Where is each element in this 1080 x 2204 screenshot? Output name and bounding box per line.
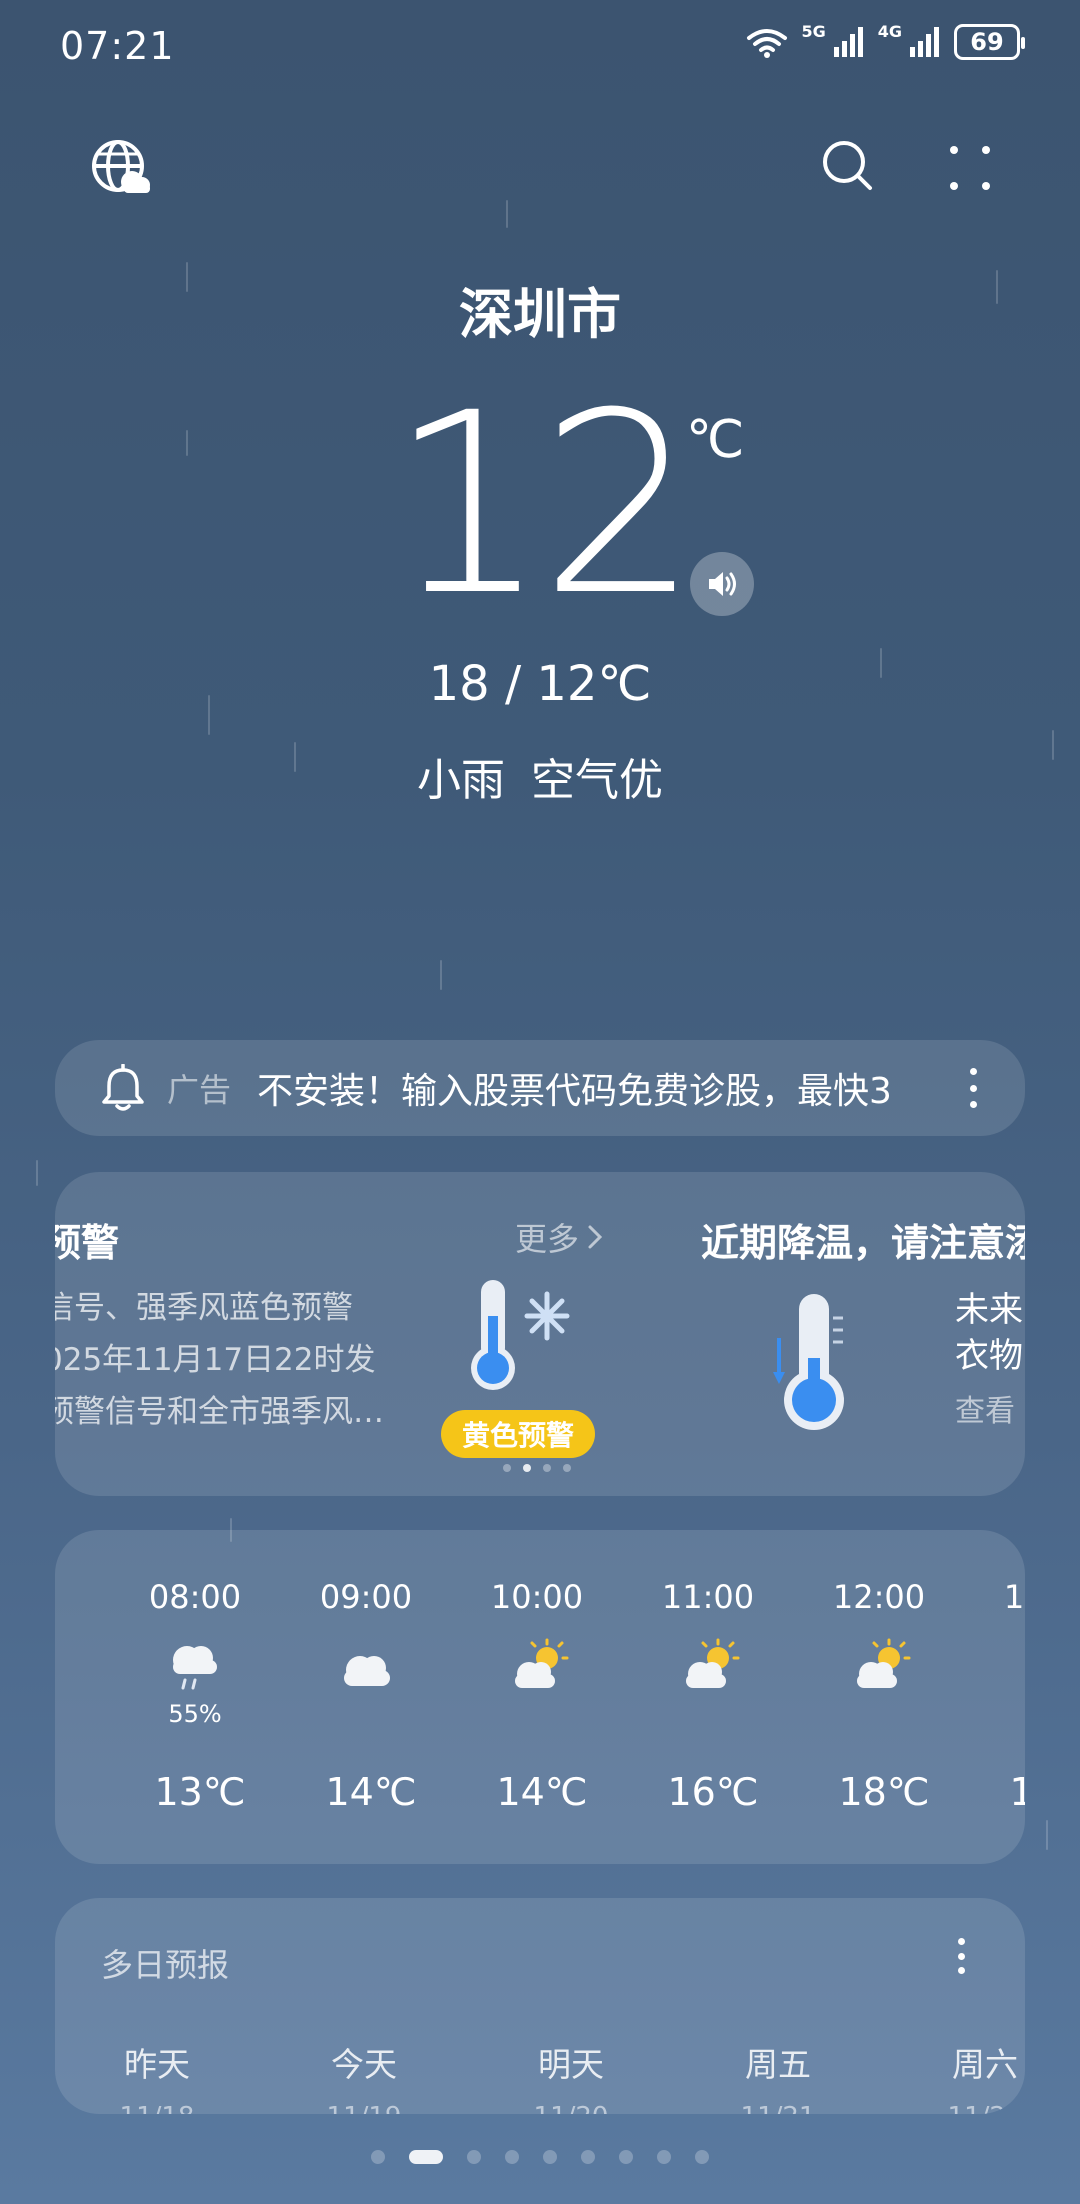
city-name: 深圳市	[459, 283, 621, 346]
hour-time: 09:00	[319, 1578, 413, 1616]
day-date: 11/20	[501, 2102, 641, 2114]
day-item[interactable]: 今天 11/19	[294, 2038, 434, 2114]
hour-time: 08:00	[148, 1578, 242, 1616]
hour-temp: 18℃	[838, 1770, 930, 1814]
high-low-temp: 18 / 12℃	[428, 656, 652, 712]
day-item[interactable]: 周六 11/22	[915, 2038, 1025, 2114]
cooling-line: 衣物	[955, 1336, 1023, 1376]
thermometer-icon	[773, 1294, 844, 1430]
hour-temp: 18℃	[1009, 1770, 1025, 1814]
status-time: 07:21	[60, 24, 175, 68]
alert-line: 预警信号和全市强季风…	[55, 1394, 384, 1430]
daily-forecast-card[interactable]: 多日预报 昨天 11/18 今天 11/19 明天 11/20 周五 11/21…	[55, 1898, 1025, 2114]
alert-more-link[interactable]: 更多	[515, 1214, 603, 1260]
chevron-right-icon	[588, 1225, 603, 1249]
battery-level: 69	[970, 28, 1004, 56]
wifi-icon	[747, 29, 788, 58]
page-dot	[581, 2150, 595, 2164]
partly-sunny-icon	[686, 1638, 740, 1688]
current-temp-value: 12	[388, 359, 699, 650]
day-name: 周五	[745, 2045, 811, 2084]
day-item[interactable]: 周五 11/21	[708, 2038, 848, 2114]
hour-temp: 16℃	[667, 1770, 759, 1814]
alert-line: 025年11月17日22时发	[55, 1342, 376, 1378]
city-manage-button[interactable]	[88, 136, 154, 202]
alert-pager	[503, 1464, 571, 1472]
day-item[interactable]: 昨天 11/18	[87, 2038, 227, 2114]
more-options-button[interactable]	[944, 140, 996, 196]
alert-level-badge: 黄色预警	[441, 1410, 595, 1458]
cooling-line: 未来	[955, 1290, 1023, 1330]
hour-time: 10:00	[490, 1578, 584, 1616]
rain-cloud-icon	[173, 1646, 217, 1690]
air-quality[interactable]: 空气优	[531, 755, 663, 806]
city-page-indicator[interactable]	[0, 2150, 1080, 2164]
daily-forecast-title: 多日预报	[101, 1946, 230, 1984]
page-dot	[467, 2150, 481, 2164]
hour-time: 13:00	[1003, 1578, 1025, 1616]
hourly-forecast-card[interactable]: 08:00 55% 13℃ 09:00 14℃ 10:00 14℃ 11:00	[55, 1530, 1025, 1864]
daily-forecast-options-button[interactable]	[955, 1938, 967, 1974]
voice-broadcast-button[interactable]	[690, 552, 754, 616]
day-item[interactable]: 明天 11/20	[501, 2038, 641, 2114]
day-name: 今天	[331, 2045, 397, 2084]
day-date: 11/21	[708, 2102, 848, 2114]
alert-line: 信号、强季风蓝色预警	[55, 1290, 353, 1326]
page-dot	[543, 2150, 557, 2164]
status-icons: 5G 4G 69	[745, 22, 1025, 60]
signal-icon	[910, 27, 939, 57]
day-name: 昨天	[124, 2045, 190, 2084]
hour-time: 11:00	[661, 1578, 755, 1616]
page-dot	[657, 2150, 671, 2164]
rain-streak	[506, 200, 508, 228]
bell-icon	[102, 1064, 144, 1111]
hour-temp: 14℃	[325, 1770, 417, 1814]
battery-indicator: 69	[954, 24, 1025, 60]
network-5g-label: 5G	[801, 22, 826, 41]
hour-temp: 14℃	[496, 1770, 588, 1814]
day-date: 11/19	[294, 2102, 434, 2114]
day-name: 明天	[538, 2045, 604, 2084]
rain-streak	[440, 960, 442, 990]
ad-tag: 广告	[167, 1071, 232, 1109]
current-temp-unit: ℃	[686, 410, 745, 470]
alert-more-label: 更多	[515, 1220, 580, 1258]
ad-banner[interactable]: 广告 不安装！输入股票代码免费诊股，最快3	[55, 1040, 1025, 1136]
page-dot	[619, 2150, 633, 2164]
day-date: 11/18	[87, 2102, 227, 2114]
cloud-icon	[344, 1656, 390, 1686]
network-4g-label: 4G	[877, 22, 902, 41]
alert-title: 预警	[55, 1221, 120, 1265]
weather-alert-card[interactable]: 预警 更多 信号、强季风蓝色预警 025年11月17日22时发 预警信号和全市强…	[55, 1172, 1025, 1496]
search-icon	[823, 141, 872, 190]
partly-sunny-icon	[1018, 1636, 1025, 1700]
weather-condition: 小雨	[417, 755, 505, 806]
page-dot	[371, 2150, 385, 2164]
partly-sunny-icon	[857, 1638, 911, 1688]
day-name: 周六	[952, 2045, 1018, 2084]
cooling-view-link[interactable]: 查看	[955, 1386, 1015, 1430]
signal-icon	[833, 27, 863, 57]
ad-options-button[interactable]	[967, 1068, 979, 1108]
cooling-tip-title: 近期降温，请注意添	[701, 1221, 1025, 1265]
precip-probability: 55%	[168, 1700, 222, 1728]
search-button[interactable]	[820, 138, 876, 194]
cold-thermometer-icon	[471, 1280, 570, 1390]
page-dot-active	[409, 2150, 443, 2164]
hour-temp: 13℃	[154, 1770, 246, 1814]
globe-cloud-icon	[92, 140, 150, 193]
hour-time: 12:00	[832, 1578, 926, 1616]
page-dot	[695, 2150, 709, 2164]
status-bar: 07:21 5G 4G 69	[0, 0, 1080, 96]
page-dot	[505, 2150, 519, 2164]
rain-streak	[1046, 1820, 1048, 1850]
speaker-icon	[709, 572, 736, 596]
current-temperature: 12 ℃	[0, 380, 1080, 630]
ad-text: 不安装！输入股票代码免费诊股，最快3	[257, 1071, 892, 1112]
more-dots-icon	[950, 146, 990, 190]
rain-streak	[36, 1160, 38, 1186]
partly-sunny-icon	[515, 1638, 569, 1688]
day-date: 11/22	[915, 2102, 1025, 2114]
condition-row: 小雨 空气优	[0, 744, 1080, 808]
